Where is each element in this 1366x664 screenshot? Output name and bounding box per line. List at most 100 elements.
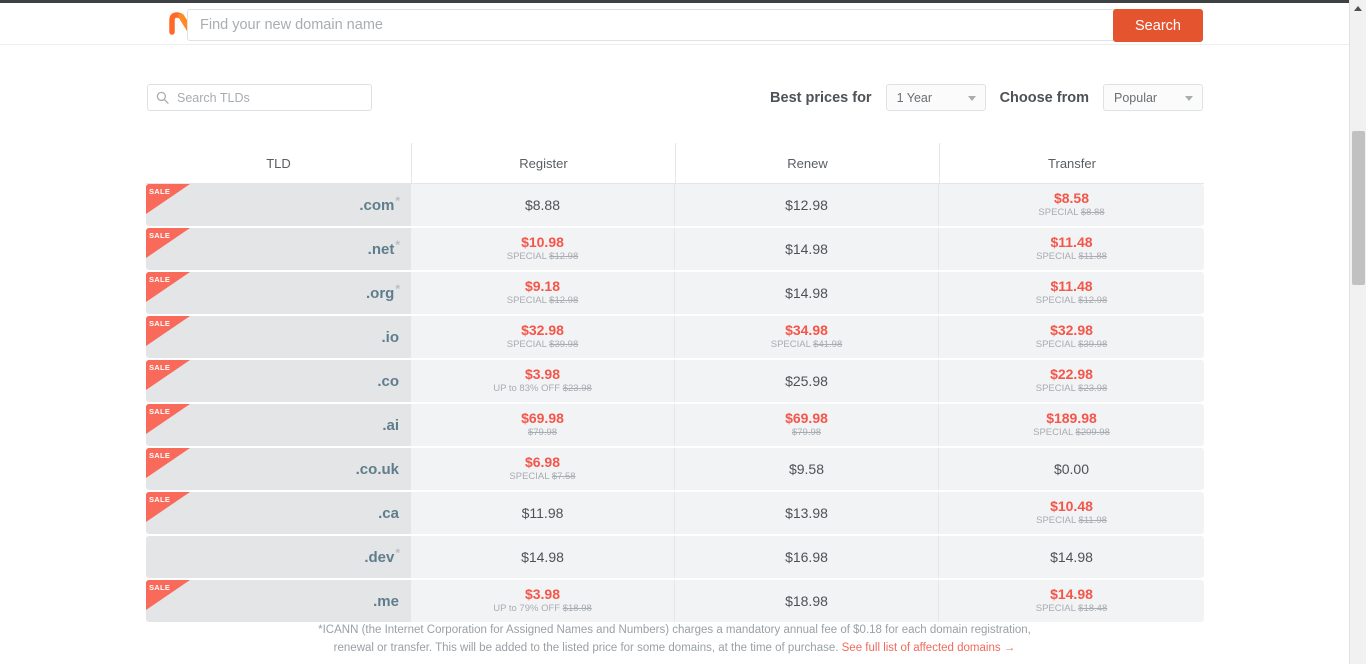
tld-name: .me (373, 593, 399, 610)
table-body: SALE .com* $8.88 $12.98 $8.58 SPECIAL $8.88 SA… (146, 184, 1204, 622)
scroll-up-arrow-icon[interactable] (1350, 0, 1366, 17)
cell-register: $14.98 (411, 536, 675, 578)
page-scrollbar[interactable] (1349, 0, 1366, 664)
tld-search-input[interactable] (175, 89, 363, 106)
price-value: $11.48 (1050, 234, 1093, 251)
search-button[interactable]: Search (1113, 9, 1203, 42)
filter-controls: Best prices for 1 Year Choose from Popul… (770, 84, 1203, 111)
tld-name: .co (377, 373, 399, 390)
cell-renew: $25.98 (675, 360, 939, 402)
price-value: $11.98 (521, 504, 564, 521)
old-price: $23.98 (1078, 383, 1108, 395)
sale-ribbon: SALE (146, 360, 190, 390)
price-note: $79.98 (528, 427, 557, 439)
table-row[interactable]: SALE .me $3.98 UP to 79% OFF $18.98 $18.98 $1… (146, 580, 1204, 622)
price-value: $189.98 (1046, 410, 1097, 427)
table-header-row: TLD Register Renew Transfer (146, 143, 1204, 184)
old-price: $39.98 (1078, 339, 1108, 351)
price-note: SPECIAL $23.98 (1035, 383, 1108, 395)
affected-domains-link[interactable]: See full list of affected domains → (842, 642, 1016, 654)
cell-register: $32.98 SPECIAL $39.98 (411, 316, 675, 358)
old-price: $12.98 (1078, 295, 1108, 307)
price-note: SPECIAL $8.88 (1038, 207, 1105, 219)
term-select-value: 1 Year (896, 90, 933, 105)
price-value: $10.98 (521, 234, 564, 251)
table-row[interactable]: SALE .io $32.98 SPECIAL $39.98 $34.98 SPECIAL… (146, 316, 1204, 358)
choose-from-label: Choose from (999, 89, 1089, 106)
table-row[interactable]: SALE .com* $8.88 $12.98 $8.58 SPECIAL $8.88 (146, 184, 1204, 226)
sale-ribbon: SALE (146, 184, 190, 214)
category-select[interactable]: Popular (1103, 84, 1203, 111)
domain-search-input[interactable] (188, 17, 1122, 33)
table-row[interactable]: SALE .ca $11.98 $13.98 $10.48 SPECIAL $11.98 (146, 492, 1204, 534)
price-value: $9.18 (524, 278, 561, 295)
cell-tld: SALE .co.uk (146, 448, 411, 490)
tld-name: .dev* (364, 545, 400, 566)
tld-name: .ai (382, 417, 399, 434)
price-value: $3.98 (524, 366, 561, 383)
old-price: $39.98 (549, 339, 579, 351)
sale-ribbon-label: SALE (149, 275, 171, 284)
price-note: SPECIAL $41.98 (770, 339, 843, 351)
price-value: $14.98 (1050, 548, 1093, 565)
price-value: $16.98 (785, 548, 828, 565)
icann-asterisk: * (395, 193, 400, 208)
footnote-line-2: renewal or transfer. This will be added … (333, 641, 839, 654)
cell-register: $8.88 (411, 184, 675, 226)
sale-ribbon-label: SALE (149, 319, 171, 328)
icann-asterisk: * (395, 281, 400, 296)
column-header-tld: TLD (266, 155, 291, 171)
sale-ribbon-label: SALE (149, 407, 171, 416)
cell-transfer: $0.00 (939, 448, 1204, 490)
price-value: $6.98 (524, 454, 561, 471)
sale-ribbon-label: SALE (149, 495, 171, 504)
pricing-table: TLD Register Renew Transfer SALE .com* $8.… (146, 143, 1204, 624)
price-note: SPECIAL $18.48 (1035, 603, 1108, 615)
table-row[interactable]: SALE .org* $9.18 SPECIAL $12.98 $14.98 $11.48… (146, 272, 1204, 314)
cell-renew: $9.58 (675, 448, 939, 490)
old-price: $8.88 (1080, 207, 1105, 219)
cell-transfer: $22.98 SPECIAL $23.98 (939, 360, 1204, 402)
old-price: $18.48 (1078, 603, 1108, 615)
table-row[interactable]: .dev* $14.98 $16.98 $14.98 (146, 536, 1204, 578)
cell-tld: SALE .ai (146, 404, 411, 446)
sale-ribbon: SALE (146, 448, 190, 478)
table-row[interactable]: SALE .net* $10.98 SPECIAL $12.98 $14.98 $11.4… (146, 228, 1204, 270)
price-note: SPECIAL $39.98 (506, 339, 579, 351)
price-note: UP to 79% OFF $18.98 (493, 603, 592, 615)
price-note: SPECIAL $11.98 (1036, 515, 1107, 527)
cell-transfer: $189.98 SPECIAL $209.98 (939, 404, 1204, 446)
price-value: $18.98 (785, 592, 828, 609)
cell-renew: $69.98 $79.98 (675, 404, 939, 446)
old-price: $12.98 (549, 251, 579, 263)
sale-ribbon-label: SALE (149, 363, 171, 372)
cell-transfer: $10.48 SPECIAL $11.98 (939, 492, 1204, 534)
sale-ribbon: SALE (146, 580, 190, 610)
price-note: SPECIAL $11.88 (1036, 251, 1107, 263)
price-note: SPECIAL $12.98 (1035, 295, 1108, 307)
scrollbar-thumb[interactable] (1352, 131, 1365, 285)
cell-register: $3.98 UP to 83% OFF $23.98 (411, 360, 675, 402)
tld-name: .net* (368, 237, 400, 258)
price-note: SPECIAL $12.98 (506, 251, 579, 263)
sale-ribbon-label: SALE (149, 583, 171, 592)
price-note: SPECIAL $39.98 (1035, 339, 1108, 351)
search-icon (156, 91, 169, 104)
sale-ribbon: SALE (146, 316, 190, 346)
chevron-down-icon (1185, 95, 1193, 101)
icann-asterisk: * (395, 545, 400, 560)
table-row[interactable]: SALE .co.uk $6.98 SPECIAL $7.58 $9.58 $0.00 (146, 448, 1204, 490)
table-row[interactable]: SALE .co $3.98 UP to 83% OFF $23.98 $25.98 $2… (146, 360, 1204, 402)
price-value: $9.58 (788, 460, 825, 477)
column-header-transfer: Transfer (939, 143, 1204, 183)
sale-ribbon: SALE (146, 492, 190, 522)
table-row[interactable]: SALE .ai $69.98 $79.98 $69.98 $79.98 $189.98 SP… (146, 404, 1204, 446)
term-select[interactable]: 1 Year (885, 84, 986, 111)
price-value: $34.98 (785, 322, 828, 339)
cell-renew: $13.98 (675, 492, 939, 534)
site-header: Beast Mode Search (0, 3, 1349, 45)
sale-ribbon: SALE (146, 272, 190, 302)
old-price: $18.98 (562, 603, 592, 615)
icann-asterisk: * (395, 237, 400, 252)
old-price: $23.98 (562, 383, 592, 395)
